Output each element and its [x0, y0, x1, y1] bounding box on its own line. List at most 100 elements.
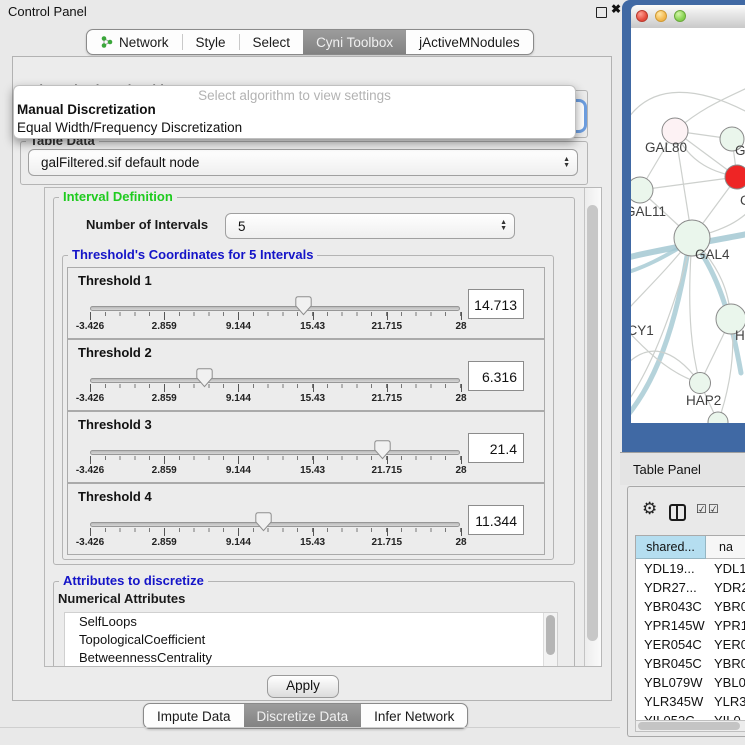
tab-select[interactable]: Select [240, 30, 304, 54]
apply-button[interactable]: Apply [267, 675, 339, 698]
cell[interactable]: YDR27... [636, 578, 706, 597]
cell[interactable]: YDL1 [706, 559, 745, 578]
slider-track[interactable] [90, 450, 460, 455]
slider-track[interactable] [90, 378, 460, 383]
thresholds-group-title: Threshold's Coordinates for 5 Intervals [68, 247, 317, 262]
table-horizontal-scrollbar[interactable] [635, 720, 745, 732]
threshold-1-slider[interactable]: -3.426 2.859 9.144 15.43 21.715 28 [90, 296, 460, 336]
slider-tick-labels: -3.426 2.859 9.144 15.43 21.715 28 [90, 465, 461, 477]
list-item[interactable]: TopologicalCoefficient [65, 631, 557, 649]
cell[interactable]: YPR145W [636, 616, 706, 635]
cell[interactable]: YDL19... [636, 559, 706, 578]
dropdown-option-manual[interactable]: Manual Discretization [17, 102, 156, 117]
node-label: H [735, 328, 745, 343]
settings-vertical-scrollbar[interactable] [584, 188, 601, 666]
tab-network[interactable]: Network [87, 30, 182, 54]
table-row[interactable]: YLR345WYLR3 [636, 692, 745, 711]
close-icon[interactable]: ✖ [611, 2, 621, 16]
table-row[interactable]: YPR145WYPR1 [636, 616, 745, 635]
float-window-icon[interactable] [596, 7, 607, 18]
cell[interactable]: YER054C [636, 635, 706, 654]
slider-track[interactable] [90, 522, 460, 527]
tick-label: 2.859 [152, 393, 177, 404]
tick-label: 9.144 [226, 465, 251, 476]
checkbox-checked-icon[interactable]: ☑ [696, 503, 707, 515]
tick-label: 2.859 [152, 537, 177, 548]
scrollbar-thumb[interactable] [546, 615, 555, 655]
node-hap2[interactable] [690, 373, 711, 394]
table-row[interactable]: YDR27...YDR2 [636, 578, 745, 597]
node-selected-red[interactable] [725, 165, 745, 189]
tab-jactivemnodules-label: jActiveMNodules [419, 35, 520, 50]
threshold-1-value-field[interactable]: 14.713 [468, 289, 524, 319]
num-intervals-label: Number of Intervals [86, 217, 208, 232]
tab-impute-data[interactable]: Impute Data [144, 704, 244, 728]
node-attribute-table[interactable]: shared... na YDL19...YDL1 YDR27...YDR2 Y… [635, 535, 745, 721]
mac-minimize-icon[interactable] [655, 10, 667, 22]
tick-label: -3.426 [76, 465, 104, 476]
table-data-combobox[interactable]: galFiltered.sif default node ▲ ▼ [28, 149, 578, 176]
tab-infer-network[interactable]: Infer Network [361, 704, 467, 728]
threshold-4-label: Threshold 4 [78, 489, 152, 504]
table-row[interactable]: YBL079WYBL0 [636, 673, 745, 692]
slider-ticks [90, 528, 461, 536]
mac-zoom-icon[interactable] [674, 10, 686, 22]
table-row[interactable]: YBR043CYBR0 [636, 597, 745, 616]
dropdown-option-equal-width[interactable]: Equal Width/Frequency Discretization [17, 120, 242, 135]
cell[interactable]: YBR0 [706, 654, 745, 673]
cell[interactable]: YLR345W [636, 692, 706, 711]
table-row[interactable]: YDL19...YDL1 [636, 559, 745, 578]
bottom-tab-bar: Impute Data Discretize Data Infer Networ… [143, 703, 468, 729]
cell[interactable]: YER0 [706, 635, 745, 654]
threshold-3-panel: Threshold 3 -3.426 2.859 9.144 [67, 411, 545, 483]
tab-style[interactable]: Style [183, 30, 239, 54]
cell[interactable]: YBR043C [636, 597, 706, 616]
num-intervals-combobox[interactable]: 5 ▲ ▼ [225, 213, 515, 239]
list-scrollbar[interactable] [543, 613, 557, 667]
threshold-3-slider[interactable]: -3.426 2.859 9.144 15.43 21.715 28 [90, 440, 460, 480]
table-rows: YDL19...YDL1 YDR27...YDR2 YBR043CYBR0 YP… [636, 559, 745, 721]
cell[interactable]: YBL0 [706, 673, 745, 692]
gear-icon[interactable]: ⚙ [642, 500, 657, 517]
threshold-3-value-field[interactable]: 21.4 [468, 433, 524, 463]
node-label: GAL4 [695, 247, 730, 262]
tab-discretize-data[interactable]: Discretize Data [244, 704, 362, 728]
node-gal11[interactable] [631, 177, 653, 203]
scrollbar-thumb[interactable] [587, 205, 598, 641]
cell[interactable]: YBR0 [706, 597, 745, 616]
column-header-shared-name[interactable]: shared... [636, 536, 706, 559]
cell[interactable]: YDR2 [706, 578, 745, 597]
list-item[interactable]: SelfLoops [65, 613, 557, 631]
mac-close-icon[interactable] [636, 10, 648, 22]
slider-ticks [90, 456, 461, 464]
threshold-4-panel: Threshold 4 -3.426 2.859 9.144 [67, 483, 545, 555]
threshold-2-value-field[interactable]: 6.316 [468, 361, 524, 391]
slider-track[interactable] [90, 306, 460, 311]
threshold-3-label: Threshold 3 [78, 417, 152, 432]
attributes-group-title: Attributes to discretize [59, 573, 208, 588]
cell[interactable]: YPR1 [706, 616, 745, 635]
node-label: G. [735, 143, 745, 158]
tab-jactivemnodules[interactable]: jActiveMNodules [406, 30, 533, 54]
node-clipped-bottom[interactable] [708, 412, 728, 423]
divider [0, 727, 620, 728]
cell[interactable]: YBL079W [636, 673, 706, 692]
node-label: GAL80 [645, 140, 687, 155]
table-row[interactable]: YBR045CYBR0 [636, 654, 745, 673]
threshold-4-value-field[interactable]: 11.344 [468, 505, 524, 535]
cell[interactable]: YLR3 [706, 692, 745, 711]
tab-cyni-toolbox[interactable]: Cyni Toolbox [303, 30, 406, 54]
list-item[interactable]: BetweennessCentrality [65, 649, 557, 667]
scrollbar-thumb[interactable] [638, 722, 740, 730]
threshold-4-slider[interactable]: -3.426 2.859 9.144 15.43 21.715 28 [90, 512, 460, 552]
split-columns-icon[interactable] [669, 504, 686, 521]
table-row[interactable]: YER054CYER0 [636, 635, 745, 654]
control-panel-title: Control Panel [8, 4, 87, 19]
numerical-attributes-list[interactable]: SelfLoops TopologicalCoefficient Between… [64, 612, 558, 667]
checkbox-checked-icon[interactable]: ☑ [708, 503, 719, 515]
network-view-canvas[interactable]: GAL80 G. C GAL11 GAL4 GCY1 H HAP2 [631, 28, 745, 423]
column-header-name[interactable]: na [706, 536, 745, 559]
cell[interactable]: YBR045C [636, 654, 706, 673]
threshold-2-slider[interactable]: -3.426 2.859 9.144 15.43 21.715 28 [90, 368, 460, 408]
network-window-titlebar[interactable] [631, 5, 745, 29]
